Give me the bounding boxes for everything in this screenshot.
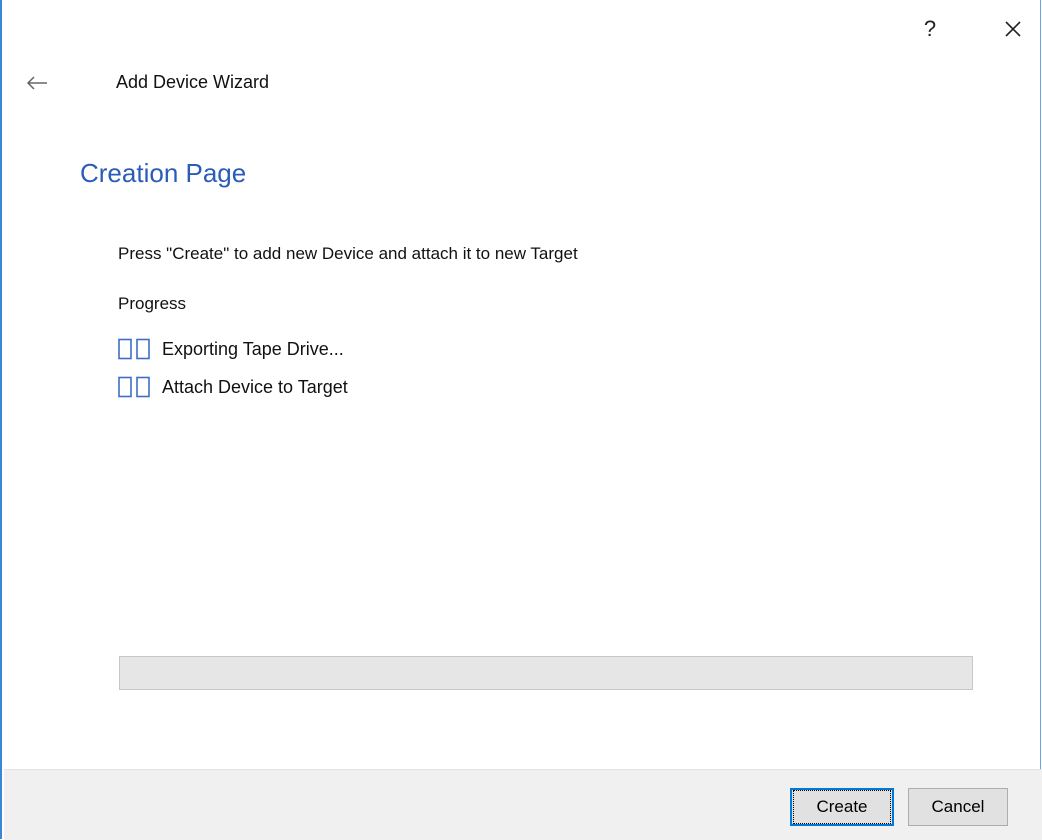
window-title: Add Device Wizard: [116, 72, 270, 92]
footer-bar: Create Cancel: [4, 769, 1042, 840]
cancel-button[interactable]: Cancel: [908, 788, 1008, 826]
help-button[interactable]: ?: [910, 12, 950, 46]
progress-label: Progress: [118, 294, 187, 313]
instruction-text: Press "Create" to add new Device and att…: [118, 244, 578, 263]
step-label: Attach Device to Target: [162, 376, 348, 397]
create-button[interactable]: Create: [790, 788, 894, 826]
wizard-window: ? Add Device Wizard Creation Page Press …: [0, 0, 1042, 840]
step-label: Exporting Tape Drive...: [162, 338, 344, 359]
progress-step-export: Exporting Tape Drive...: [118, 338, 344, 360]
back-arrow-icon: [26, 76, 47, 90]
pending-step-icon: [118, 376, 150, 398]
close-button[interactable]: [993, 12, 1033, 46]
progress-step-attach: Attach Device to Target: [118, 376, 348, 398]
create-button-label: Create: [793, 790, 891, 824]
back-button[interactable]: [22, 68, 52, 98]
pending-step-icon: [118, 338, 150, 360]
progress-bar: [119, 656, 973, 690]
cancel-button-label: Cancel: [931, 797, 985, 816]
page-heading: Creation Page: [80, 158, 247, 188]
help-label: ?: [923, 16, 937, 41]
close-icon: [1005, 21, 1021, 37]
